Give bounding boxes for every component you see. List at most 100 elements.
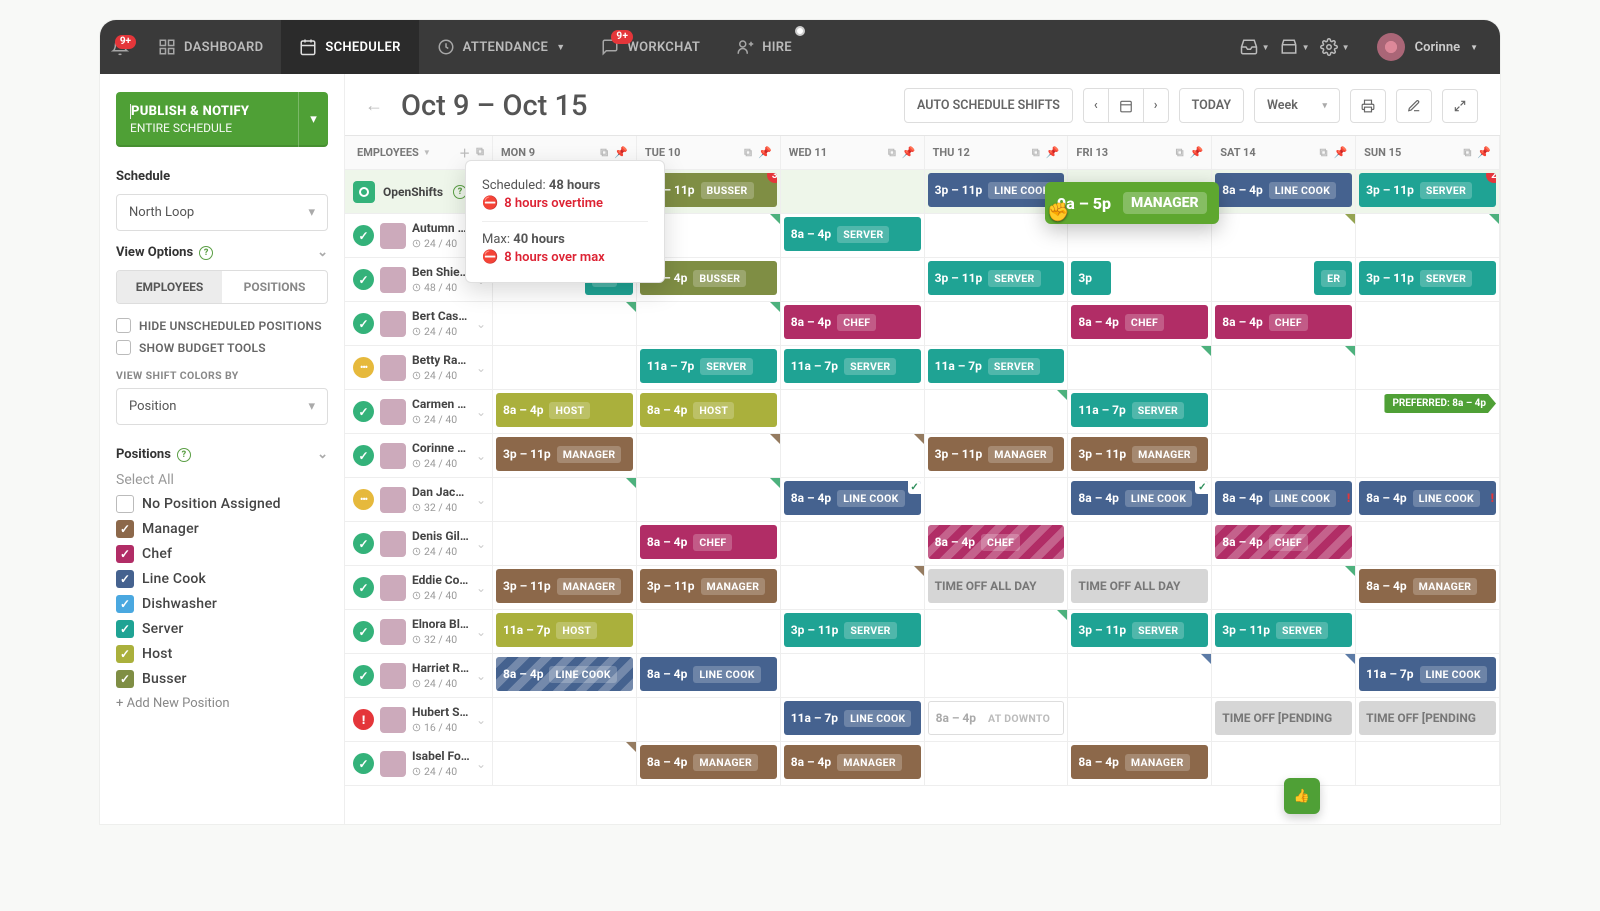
store-menu[interactable]: ▼ (1275, 27, 1315, 67)
shift-block[interactable]: 8a – 4pLINE COOK! (1215, 481, 1352, 515)
shift-block[interactable]: 3p – 11pMANAGER (496, 437, 633, 471)
position-filter-item[interactable]: ✓Manager (116, 520, 328, 538)
shift-block[interactable]: 11a – 7pLINE COOK (1359, 657, 1496, 691)
shift-block[interactable]: TIME OFF ALL DAY (928, 569, 1065, 603)
schedule-cell[interactable] (493, 478, 637, 522)
chevron-down-icon[interactable]: ⌄ (476, 713, 486, 727)
schedule-cell[interactable] (1212, 214, 1356, 258)
shift-block[interactable]: 8a – 4pLINE COOK! (1359, 481, 1496, 515)
schedule-cell[interactable]: 3p – 11pMANAGER (493, 434, 637, 478)
view-range-select[interactable]: Week▾ (1254, 88, 1340, 123)
user-menu[interactable]: Corinne ▼ (1355, 33, 1500, 61)
chevron-down-icon[interactable]: ⌄ (476, 625, 486, 639)
employee-cell[interactable]: •••Betty Rathmen24 / 40⌄ (345, 346, 493, 390)
dragging-shift[interactable]: 9a – 5p MANAGER (1045, 182, 1219, 224)
chevron-down-icon[interactable]: ⌄ (476, 537, 486, 551)
schedule-cell[interactable]: PREFERRED: 8a – 4p (1356, 390, 1500, 434)
view-options-title[interactable]: View Options ? ⌄ (116, 245, 328, 260)
nav-dashboard[interactable]: DASHBOARD (140, 20, 281, 74)
schedule-cell[interactable]: 11a – 7pLINE COOK (1356, 654, 1500, 698)
schedule-cell[interactable] (493, 698, 637, 742)
shift-block[interactable]: 8a – 4pLINE COOK (496, 657, 633, 691)
schedule-cell[interactable]: TIME OFF ALL DAY (1068, 566, 1212, 610)
copy-icon[interactable]: ⧉ (476, 145, 484, 161)
schedule-cell[interactable] (781, 434, 925, 478)
schedule-cell[interactable] (1356, 522, 1500, 566)
settings-menu[interactable]: ▼ (1315, 27, 1355, 67)
shift-block[interactable]: 8a – 4pSERVER (784, 217, 921, 251)
pin-icon[interactable]: 📌 (902, 146, 916, 160)
position-filter-item[interactable]: ✓Busser (116, 670, 328, 688)
shift-block[interactable]: 3p – 11pMANAGER (928, 437, 1065, 471)
shift-block[interactable]: TIME OFF ALL DAY (1071, 569, 1208, 603)
shift-block[interactable]: 8a – 4pMANAGER (784, 745, 921, 779)
schedule-cell[interactable]: 3p – 11pSERVER (1068, 610, 1212, 654)
shift-block[interactable]: 8a – 4pMANAGER (640, 745, 777, 779)
schedule-cell[interactable]: 8a – 4pLINE COOK (493, 654, 637, 698)
position-filter-item[interactable]: ✓Host (116, 645, 328, 663)
pin-icon[interactable]: 📌 (614, 146, 628, 160)
shift-block[interactable]: 11a – 7pSERVER (928, 349, 1065, 383)
thumbs-up-fab[interactable]: 👍 (1284, 778, 1320, 814)
chevron-down-icon[interactable]: ⌄ (476, 757, 486, 771)
shift-block[interactable]: 3p – 11pSERVER (1359, 261, 1496, 295)
schedule-cell[interactable] (1356, 214, 1500, 258)
schedule-cell[interactable] (925, 654, 1069, 698)
shift-block[interactable]: 8a – 4pCHEF (928, 525, 1065, 559)
schedule-cell[interactable] (781, 170, 925, 214)
employee-cell[interactable]: ✓Harriet Roberts24 / 40⌄ (345, 654, 493, 698)
employee-cell[interactable]: •••Dan Jackson32 / 40⌄ (345, 478, 493, 522)
schedule-cell[interactable] (781, 566, 925, 610)
shift-block[interactable]: 3p – 11pSERVER2 (1359, 173, 1496, 207)
show-budget-checkbox[interactable]: SHOW BUDGET TOOLS (116, 340, 328, 355)
schedule-cell[interactable]: 11a – 7pSERVER (637, 346, 781, 390)
schedule-cell[interactable] (493, 346, 637, 390)
schedule-cell[interactable] (1212, 742, 1356, 786)
employee-cell[interactable]: ✓Eddie Combs24 / 40⌄ (345, 566, 493, 610)
schedule-cell[interactable] (781, 522, 925, 566)
publish-notify-button[interactable]: PUBLISH & NOTIFY ENTIRE SCHEDULE ▾ (116, 92, 328, 147)
schedule-cell[interactable]: 3p (1068, 258, 1212, 302)
schedule-cell[interactable] (1356, 610, 1500, 654)
schedule-cell[interactable]: 3p – 11pSERVER (781, 610, 925, 654)
help-icon[interactable]: ? (199, 246, 213, 260)
schedule-cell[interactable]: 8a – 4pLINE COOK✓ (781, 478, 925, 522)
shift-block[interactable]: 3p – 11pMANAGER (496, 569, 633, 603)
add-icon[interactable]: ＋ (459, 145, 470, 161)
shift-block[interactable]: 8a – 4pAT DOWNTO (928, 701, 1065, 735)
employee-cell[interactable]: ✓Elnora Blevins32 / 40⌄ (345, 610, 493, 654)
schedule-cell[interactable] (1356, 742, 1500, 786)
chevron-down-icon[interactable]: ⌄ (476, 317, 486, 331)
shift-block[interactable]: 3p – 11pSERVER (1215, 613, 1352, 647)
shift-block[interactable]: 8a – 4pCHEF (1071, 305, 1208, 339)
shift-block[interactable]: 11a – 7pLINE COOK (784, 701, 921, 735)
shift-block[interactable]: 3p (1071, 261, 1111, 295)
schedule-cell[interactable] (637, 302, 781, 346)
schedule-cell[interactable]: 3p – 11pMANAGER (493, 566, 637, 610)
shift-block[interactable]: 8a – 4pHOST (496, 393, 633, 427)
schedule-cell[interactable] (781, 258, 925, 302)
nav-scheduler[interactable]: SCHEDULER (281, 20, 418, 74)
copy-icon[interactable]: ⧉ (1320, 146, 1328, 160)
schedule-cell[interactable]: 3p – 11pSERVER (925, 258, 1069, 302)
schedule-cell[interactable]: 3p – 11pMANAGER (637, 566, 781, 610)
auto-schedule-button[interactable]: AUTO SCHEDULE SHIFTS (904, 88, 1073, 123)
schedule-cell[interactable] (1356, 434, 1500, 478)
employee-cell[interactable]: ✓Bert Castro24 / 40⌄ (345, 302, 493, 346)
shift-block[interactable]: 8a – 4pCHEF (1215, 305, 1352, 339)
schedule-cell[interactable]: ER (1212, 258, 1356, 302)
schedule-cell[interactable]: TIME OFF ALL DAY (925, 566, 1069, 610)
schedule-cell[interactable] (493, 302, 637, 346)
schedule-cell[interactable]: 3p – 11pSERVER2 (1356, 170, 1500, 214)
shift-block[interactable]: 8a – 4pCHEF (784, 305, 921, 339)
shift-block[interactable]: 11a – 7pSERVER (784, 349, 921, 383)
schedule-cell[interactable]: 8a – 4pLINE COOK! (1212, 478, 1356, 522)
employee-cell[interactable]: ✓Corinne Garris…24 / 40⌄ (345, 434, 493, 478)
schedule-cell[interactable]: 8a – 4pLINE COOK (1212, 170, 1356, 214)
schedule-cell[interactable] (781, 390, 925, 434)
prev-week-button[interactable]: ‹ (1083, 88, 1109, 123)
chevron-down-icon[interactable]: ⌄ (476, 669, 486, 683)
copy-icon[interactable]: ⧉ (744, 146, 752, 160)
copy-icon[interactable]: ⧉ (1032, 146, 1040, 160)
schedule-cell[interactable]: 3p – 11pMANAGER (1068, 434, 1212, 478)
